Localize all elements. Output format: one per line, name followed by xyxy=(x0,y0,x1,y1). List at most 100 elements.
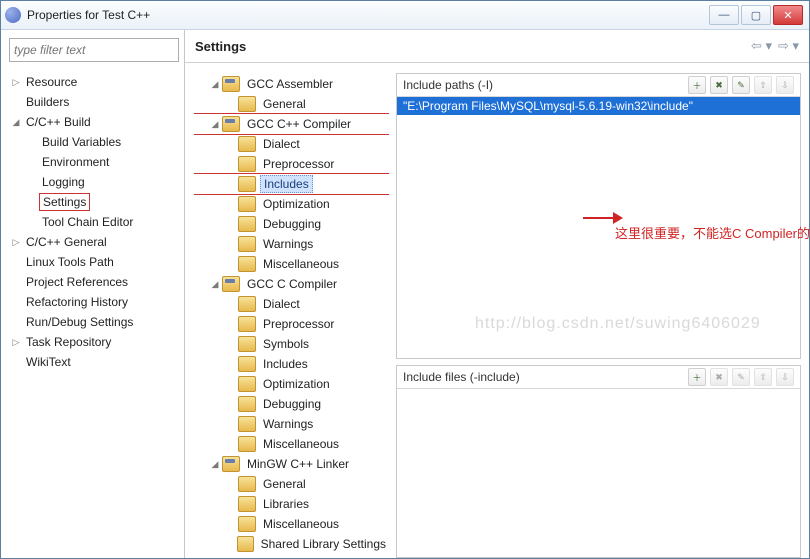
settings-tree-item[interactable]: Miscellaneous xyxy=(194,514,389,534)
settings-tree-item[interactable]: Preprocessor xyxy=(194,314,389,334)
settings-item-label: Dialect xyxy=(260,136,303,152)
include-paths-panel: Include paths (-I) ＋ ✖ ✎ ⇧ ⇩ "E:\Program… xyxy=(396,73,801,359)
nav-item[interactable]: Environment xyxy=(7,152,180,172)
settings-item-label: Preprocessor xyxy=(260,316,337,332)
include-paths-list[interactable]: "E:\Program Files\MySQL\mysql-5.6.19-win… xyxy=(397,97,800,357)
settings-tree-item[interactable]: Debugging xyxy=(194,214,389,234)
nav-item[interactable]: ▷C/C++ General xyxy=(7,232,180,252)
forward-arrow-icon[interactable]: ⇨ ▾ xyxy=(778,38,799,54)
main-header: Settings ⇦ ▾ ⇨ ▾ xyxy=(185,30,809,63)
nav-item[interactable]: ◢C/C++ Build xyxy=(7,112,180,132)
main-content: ◢GCC Assembler General ◢GCC C++ Compiler Di… xyxy=(185,63,809,558)
minimize-button[interactable]: — xyxy=(709,5,739,25)
settings-tree-item[interactable]: Dialect xyxy=(194,294,389,314)
settings-tree-item[interactable]: ◢GCC Assembler xyxy=(194,74,389,94)
nav-item[interactable]: Refactoring History xyxy=(7,292,180,312)
settings-tree-item[interactable]: ◢MinGW C++ Linker xyxy=(194,454,389,474)
settings-tree-item[interactable]: Includes xyxy=(194,354,389,374)
nav-item[interactable]: Builders xyxy=(7,92,180,112)
folder-icon xyxy=(238,336,256,352)
settings-tree-item[interactable]: Symbols xyxy=(194,334,389,354)
settings-tree-item[interactable]: Shared Library Settings xyxy=(194,534,389,554)
folder-icon xyxy=(238,376,256,392)
include-path-entry[interactable]: "E:\Program Files\MySQL\mysql-5.6.19-win… xyxy=(397,97,800,115)
nav-item-label: C/C++ General xyxy=(23,234,110,250)
include-files-list[interactable] xyxy=(397,389,800,557)
folder-icon xyxy=(238,256,256,272)
nav-item[interactable]: WikiText xyxy=(7,352,180,372)
settings-tree-item[interactable]: General xyxy=(194,94,389,114)
settings-item-label: Libraries xyxy=(260,496,312,512)
settings-right-panel: Include paths (-I) ＋ ✖ ✎ ⇧ ⇩ "E:\Program… xyxy=(396,73,801,558)
settings-tree-item[interactable]: Includes xyxy=(194,174,389,194)
dialog-body: ▷ResourceBuilders◢C/C++ Build Build Varia… xyxy=(1,30,809,558)
move-down-file-button[interactable]: ⇩ xyxy=(776,368,794,386)
folder-icon xyxy=(238,216,256,232)
nav-item[interactable]: ▷Resource xyxy=(7,72,180,92)
category-tree[interactable]: ▷ResourceBuilders◢C/C++ Build Build Varia… xyxy=(1,70,184,558)
settings-tree-item[interactable]: ◢GCC C++ Compiler xyxy=(194,114,389,134)
folder-icon xyxy=(238,496,256,512)
settings-tree-item[interactable]: Warnings xyxy=(194,414,389,434)
delete-path-button[interactable]: ✖ xyxy=(710,76,728,94)
back-arrow-icon[interactable]: ⇦ ▾ xyxy=(751,38,772,54)
settings-tree-item[interactable]: Preprocessor xyxy=(194,154,389,174)
folder-icon xyxy=(238,176,256,192)
include-files-panel: Include files (-include) ＋ ✖ ✎ ⇧ ⇩ xyxy=(396,365,801,558)
filter-input[interactable] xyxy=(9,38,179,62)
settings-item-label: Symbols xyxy=(260,336,312,352)
settings-item-label: General xyxy=(260,476,309,492)
move-up-button[interactable]: ⇧ xyxy=(754,76,772,94)
nav-item[interactable]: Logging xyxy=(7,172,180,192)
settings-item-label: Warnings xyxy=(260,416,316,432)
wrench-icon xyxy=(222,456,240,472)
tree-twisty-icon: ◢ xyxy=(208,279,222,290)
edit-file-button[interactable]: ✎ xyxy=(732,368,750,386)
nav-item[interactable]: Project References xyxy=(7,272,180,292)
nav-item-label: Build Variables xyxy=(39,134,124,150)
edit-path-button[interactable]: ✎ xyxy=(732,76,750,94)
folder-icon xyxy=(238,96,256,112)
delete-file-button[interactable]: ✖ xyxy=(710,368,728,386)
settings-tree-item[interactable]: Dialect xyxy=(194,134,389,154)
settings-item-label: Includes xyxy=(260,175,313,193)
settings-tree-item[interactable]: Miscellaneous xyxy=(194,254,389,274)
settings-tree-item[interactable]: Miscellaneous xyxy=(194,434,389,454)
folder-icon xyxy=(237,536,254,552)
tool-settings-tree[interactable]: ◢GCC Assembler General ◢GCC C++ Compiler Di… xyxy=(193,73,390,558)
add-path-button[interactable]: ＋ xyxy=(688,76,706,94)
category-sidebar: ▷ResourceBuilders◢C/C++ Build Build Varia… xyxy=(1,30,185,558)
settings-tree-item[interactable]: Optimization xyxy=(194,374,389,394)
nav-item[interactable]: Build Variables xyxy=(7,132,180,152)
settings-item-label: Debugging xyxy=(260,216,324,232)
move-up-file-button[interactable]: ⇧ xyxy=(754,368,772,386)
settings-tree-item[interactable]: Optimization xyxy=(194,194,389,214)
maximize-button[interactable]: ▢ xyxy=(741,5,771,25)
nav-item[interactable]: Settings xyxy=(7,192,180,212)
nav-item[interactable]: Tool Chain Editor xyxy=(7,212,180,232)
close-button[interactable]: ✕ xyxy=(773,5,803,25)
folder-icon xyxy=(238,436,256,452)
tree-twisty-icon: ◢ xyxy=(208,119,222,130)
nav-item-label: Tool Chain Editor xyxy=(39,214,136,230)
folder-icon xyxy=(238,196,256,212)
tree-twisty-icon: ◢ xyxy=(208,79,222,90)
settings-tree-item[interactable]: Debugging xyxy=(194,394,389,414)
move-down-button[interactable]: ⇩ xyxy=(776,76,794,94)
settings-tree-item[interactable]: ◢GCC C Compiler xyxy=(194,274,389,294)
app-icon xyxy=(5,7,21,23)
settings-tree-item[interactable]: Libraries xyxy=(194,494,389,514)
folder-icon xyxy=(238,356,256,372)
settings-item-label: Miscellaneous xyxy=(260,436,342,452)
settings-item-label: Optimization xyxy=(260,376,333,392)
include-files-title: Include files (-include) xyxy=(403,370,520,384)
title-bar[interactable]: Properties for Test C++ — ▢ ✕ xyxy=(1,1,809,30)
add-file-button[interactable]: ＋ xyxy=(688,368,706,386)
settings-tree-item[interactable]: Warnings xyxy=(194,234,389,254)
nav-item[interactable]: Run/Debug Settings xyxy=(7,312,180,332)
settings-tree-item[interactable]: General xyxy=(194,474,389,494)
nav-item[interactable]: ▷Task Repository xyxy=(7,332,180,352)
include-paths-title: Include paths (-I) xyxy=(403,78,493,92)
nav-item[interactable]: Linux Tools Path xyxy=(7,252,180,272)
settings-item-label: General xyxy=(260,96,309,112)
